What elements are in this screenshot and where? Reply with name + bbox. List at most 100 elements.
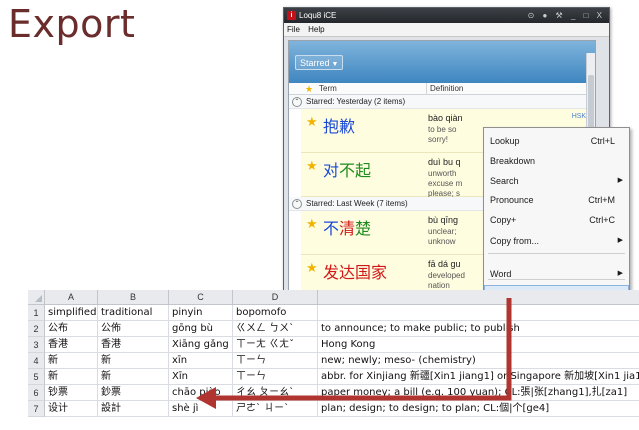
star-icon[interactable]: ★ xyxy=(305,83,313,95)
starred-header: Starred ▼ xyxy=(289,41,595,83)
table-cell[interactable]: 香港 xyxy=(98,337,169,353)
table-cell[interactable]: ㄕㄜˋ ㄐㄧˋ xyxy=(233,401,318,417)
table-cell[interactable]: 新 xyxy=(98,353,169,369)
menu-item-breakdown[interactable]: Breakdown xyxy=(484,152,629,170)
spreadsheet: A B C D 1 simplified traditional pinyin bopomofo… xyxy=(28,290,639,430)
column-header-a[interactable]: A xyxy=(45,290,98,305)
group-label: Starred: Last Week (7 items) xyxy=(306,199,408,208)
context-menu: Lookup Ctrl+L Breakdown Search ▶ Pronounce Ctr… xyxy=(483,127,630,308)
entry-term: 抱歉 xyxy=(323,117,356,136)
menu-item-label: Word xyxy=(490,269,512,279)
column-header-c[interactable]: C xyxy=(169,290,233,305)
starred-dropdown-label: Starred xyxy=(300,58,330,68)
table-cell[interactable]: 设计 xyxy=(45,401,98,417)
menu-item-search[interactable]: Search ▶ xyxy=(484,172,629,190)
entry-pinyin: fā dá gu xyxy=(428,259,461,269)
table-cell[interactable]: 鈔票 xyxy=(98,385,169,401)
table-cell[interactable]: 新 xyxy=(45,369,98,385)
menu-item-shortcut: Ctrl+M xyxy=(588,195,615,205)
menu-item-copy-from[interactable]: Copy from... ▶ xyxy=(484,232,629,250)
table-cell[interactable]: ㄒㄧㄤ ㄍㄤˇ xyxy=(233,337,318,353)
menu-bar: File Help xyxy=(284,23,609,37)
table-cell[interactable]: 新 xyxy=(45,353,98,369)
column-header-b[interactable]: B xyxy=(98,290,169,305)
column-header-d[interactable]: D xyxy=(233,290,318,305)
chevron-right-icon: ▶ xyxy=(617,177,623,184)
table-cell[interactable]: 钞票 xyxy=(45,385,98,401)
menu-item-label: Pronounce xyxy=(490,195,534,205)
table-cell[interactable]: ㄔㄠ ㄆㄧㄠˋ xyxy=(233,385,318,401)
table-cell[interactable]: plan; design; to design; to plan; CL:個|个… xyxy=(318,401,639,417)
table-cell[interactable]: bopomofo xyxy=(233,305,318,321)
menu-item-shortcut: Ctrl+C xyxy=(589,215,615,225)
row-header[interactable]: 4 xyxy=(28,353,45,369)
entry-definition: unclear; unknow xyxy=(428,227,457,246)
table-cell[interactable]: 設計 xyxy=(98,401,169,417)
window-controls[interactable]: ⊙ ● ⚒ _ □ X xyxy=(528,8,605,23)
menu-item-copy[interactable]: Copy+ Ctrl+C xyxy=(484,211,629,229)
row-header[interactable]: 1 xyxy=(28,305,45,321)
menu-item-label: Copy from... xyxy=(490,236,540,246)
app-logo-icon: i xyxy=(287,11,296,20)
table-cell[interactable]: pinyin xyxy=(169,305,233,321)
starred-dropdown[interactable]: Starred ▼ xyxy=(295,55,344,70)
menu-item-word[interactable]: Word ▶ xyxy=(484,265,629,283)
table-cell[interactable]: Xiāng gǎng xyxy=(169,337,233,353)
chevron-right-icon: ▶ xyxy=(617,270,623,277)
entry-definition: unworth excuse m please; s xyxy=(428,169,463,198)
entry-term: 对不起 xyxy=(323,161,372,180)
menu-item-lookup[interactable]: Lookup Ctrl+L xyxy=(484,132,629,150)
collapse-icon[interactable]: ⌃ xyxy=(292,199,302,209)
table-cell[interactable]: 公布 xyxy=(45,321,98,337)
table-cell[interactable]: ㄒㄧㄣ xyxy=(233,369,318,385)
entry-pinyin: bào qiàn xyxy=(428,113,463,123)
star-icon[interactable]: ★ xyxy=(306,114,318,130)
entry-definition: to be so sorry! xyxy=(428,125,457,144)
table-cell[interactable]: Hong Kong xyxy=(318,337,639,353)
window-title: Loqu8 iCE xyxy=(299,11,337,20)
select-all-corner[interactable] xyxy=(28,290,45,305)
table-cell[interactable]: shè jì xyxy=(169,401,233,417)
row-header[interactable]: 6 xyxy=(28,385,45,401)
row-header[interactable]: 5 xyxy=(28,369,45,385)
table-cell[interactable] xyxy=(318,305,639,321)
column-definition[interactable]: Definition xyxy=(426,83,463,95)
column-header-e[interactable] xyxy=(318,290,639,305)
column-term[interactable]: Term xyxy=(319,83,337,95)
star-icon[interactable]: ★ xyxy=(306,260,318,276)
menu-separator xyxy=(488,253,625,254)
table-cell[interactable]: ㄍㄨㄥ ㄅㄨˋ xyxy=(233,321,318,337)
row-header[interactable]: 7 xyxy=(28,401,45,417)
table-cell[interactable]: gōng bù xyxy=(169,321,233,337)
entry-term: 不清楚 xyxy=(323,219,372,238)
starred-group-header[interactable]: ⌃ Starred: Yesterday (2 items) xyxy=(289,95,595,109)
scrollbar-thumb[interactable] xyxy=(588,75,594,133)
table-cell[interactable]: 新 xyxy=(98,369,169,385)
table-cell[interactable]: simplified xyxy=(45,305,98,321)
menu-help[interactable]: Help xyxy=(308,25,324,34)
column-header: ★ Term Definition xyxy=(289,83,595,95)
table-cell[interactable]: 香港 xyxy=(45,337,98,353)
menu-item-pronounce[interactable]: Pronounce Ctrl+M xyxy=(484,191,629,209)
title-bar: i Loqu8 iCE ⊙ ● ⚒ _ □ X xyxy=(284,8,609,23)
table-cell[interactable]: paper money; a bill (e.g. 100 yuan); CL:… xyxy=(318,385,639,401)
slide-title: Export xyxy=(8,2,136,46)
table-cell[interactable]: to announce; to make public; to publish xyxy=(318,321,639,337)
row-header[interactable]: 2 xyxy=(28,321,45,337)
table-cell[interactable]: new; newly; meso- (chemistry) xyxy=(318,353,639,369)
row-header[interactable]: 3 xyxy=(28,337,45,353)
chevron-right-icon: ▶ xyxy=(617,237,623,244)
group-label: Starred: Yesterday (2 items) xyxy=(306,97,406,106)
table-cell[interactable]: abbr. for Xinjiang 新疆[Xin1 jiang1] or Si… xyxy=(318,369,639,385)
table-cell[interactable]: ㄒㄧㄣ xyxy=(233,353,318,369)
table-cell[interactable]: xīn xyxy=(169,353,233,369)
table-cell[interactable]: chāo piào xyxy=(169,385,233,401)
star-icon[interactable]: ★ xyxy=(306,158,318,174)
star-icon[interactable]: ★ xyxy=(306,216,318,232)
table-cell[interactable]: 公佈 xyxy=(98,321,169,337)
collapse-icon[interactable]: ⌃ xyxy=(292,97,302,107)
menu-item-label: Search xyxy=(490,176,519,186)
table-cell[interactable]: traditional xyxy=(98,305,169,321)
table-cell[interactable]: Xīn xyxy=(169,369,233,385)
menu-file[interactable]: File xyxy=(287,25,300,34)
